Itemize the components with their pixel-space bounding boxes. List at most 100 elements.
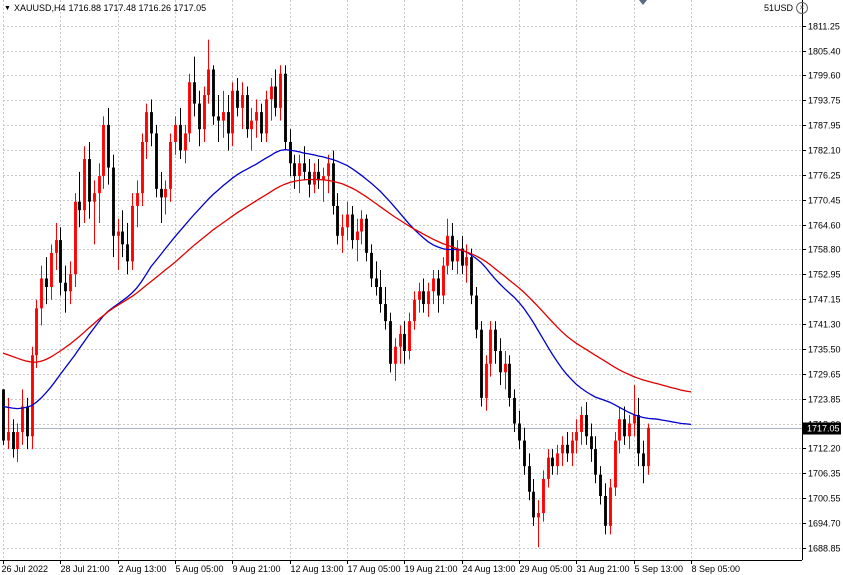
- candle-body: [432, 278, 435, 292]
- candle-body: [451, 235, 454, 262]
- y-tick-label: 1752.95: [808, 270, 841, 280]
- candle-body: [112, 167, 115, 236]
- ohlc-readout: 1716.88 1717.48 1716.26 1717.05: [68, 3, 207, 13]
- y-tick-label: 1741.30: [808, 320, 841, 330]
- candle-body: [117, 231, 120, 236]
- candle-body: [633, 414, 636, 424]
- candle-body: [250, 120, 253, 130]
- candle-body: [370, 252, 373, 279]
- candle-body: [184, 133, 187, 151]
- candle-body: [50, 252, 53, 287]
- candle-body: [16, 432, 19, 450]
- candle-body: [556, 453, 559, 467]
- candle-body: [594, 449, 597, 475]
- candle-body: [494, 329, 497, 351]
- x-tick-label: 12 Aug 13:00: [291, 564, 344, 574]
- candle-body: [356, 231, 359, 241]
- candle-body: [442, 265, 445, 296]
- candle-body: [365, 218, 368, 253]
- candle-body: [102, 124, 105, 177]
- x-tick-label: 5 Sep 13:00: [635, 564, 684, 574]
- candle-body: [236, 90, 239, 108]
- candle-body: [126, 244, 129, 262]
- candle-body: [260, 112, 263, 134]
- candle-body: [308, 171, 311, 185]
- candle-body: [121, 231, 124, 245]
- close-icon[interactable]: ×: [796, 2, 809, 14]
- candle-body: [231, 90, 234, 134]
- candle-body: [590, 436, 593, 450]
- candle-body: [313, 171, 316, 185]
- candle-body: [164, 188, 167, 198]
- y-tick-label: 1758.80: [808, 245, 841, 255]
- candle-body: [508, 363, 511, 398]
- candle-body: [98, 176, 101, 194]
- candle-body: [523, 440, 526, 467]
- x-tick-label: 5 Aug 05:00: [176, 564, 224, 574]
- y-tick-label: 1787.95: [808, 121, 841, 131]
- candle-body: [150, 112, 153, 134]
- account-label: 51USD: [764, 3, 794, 13]
- candle-body: [346, 214, 349, 228]
- x-tick-label: 19 Aug 21:00: [405, 564, 458, 574]
- candle-body: [551, 457, 554, 467]
- triangle-down-icon[interactable]: ▼: [4, 5, 11, 12]
- y-tick-label: 1770.45: [808, 196, 841, 206]
- candle-body: [274, 86, 277, 108]
- candle-body: [465, 257, 468, 266]
- candle-body: [45, 278, 48, 287]
- candle-body: [489, 329, 492, 364]
- chart-header: ▼ XAUUSD,H4 1716.88 1717.48 1716.26 1717…: [0, 0, 206, 16]
- candle-body: [399, 333, 402, 347]
- candle-body: [64, 282, 67, 292]
- candle-body: [518, 423, 521, 441]
- x-tick-label: 2 Aug 13:00: [119, 564, 167, 574]
- candle-body: [542, 478, 545, 514]
- candle-body: [336, 205, 339, 236]
- y-tick-label: 1694.70: [808, 519, 841, 529]
- price-chart[interactable]: 1811.25 1805.40 1799.60 1793.75 1787.95 1782.…: [0, 0, 843, 575]
- candle-body: [351, 214, 354, 241]
- chart-shift-marker[interactable]: [639, 0, 647, 5]
- candle-body: [203, 95, 206, 130]
- candle-body: [279, 73, 282, 108]
- y-tick-label: 1712.20: [808, 444, 841, 454]
- candle-body: [270, 86, 273, 100]
- candle-body: [7, 432, 10, 441]
- candle-body: [59, 240, 62, 283]
- x-tick-label: 24 Aug 13:00: [463, 564, 516, 574]
- candle-body: [21, 406, 24, 433]
- candle-body: [193, 82, 196, 104]
- candle-body: [179, 124, 182, 151]
- candle-body: [93, 193, 96, 202]
- candle-body: [174, 124, 177, 142]
- candle-body: [571, 440, 574, 454]
- candle-body: [528, 466, 531, 492]
- candle-body: [427, 291, 430, 305]
- y-tick-label: 1782.10: [808, 146, 841, 156]
- y-tick-label: 1811.25: [808, 22, 840, 32]
- candle-body: [475, 295, 478, 330]
- candle-body: [222, 112, 225, 121]
- y-tick-label: 1747.15: [808, 295, 841, 305]
- candle-body: [289, 141, 292, 164]
- candle-body: [647, 427, 650, 467]
- account-info: 51USD ×: [764, 2, 809, 14]
- candle-body: [327, 163, 330, 177]
- candle-body: [547, 457, 550, 479]
- y-tick-label: 1793.75: [808, 96, 841, 106]
- candle-body: [198, 103, 201, 130]
- y-tick-label: 1688.85: [808, 544, 841, 554]
- x-tick-label: 9 Aug 21:00: [233, 564, 281, 574]
- candle-body: [332, 163, 335, 206]
- candle-body: [389, 321, 392, 364]
- candle-body: [303, 163, 306, 172]
- candle-body: [628, 423, 631, 437]
- candle-body: [422, 291, 425, 305]
- candle-body: [561, 444, 564, 454]
- candle-body: [504, 363, 507, 373]
- candle-body: [212, 69, 215, 117]
- candle-body: [513, 397, 516, 424]
- candle-body: [131, 205, 134, 262]
- candle-body: [360, 218, 363, 232]
